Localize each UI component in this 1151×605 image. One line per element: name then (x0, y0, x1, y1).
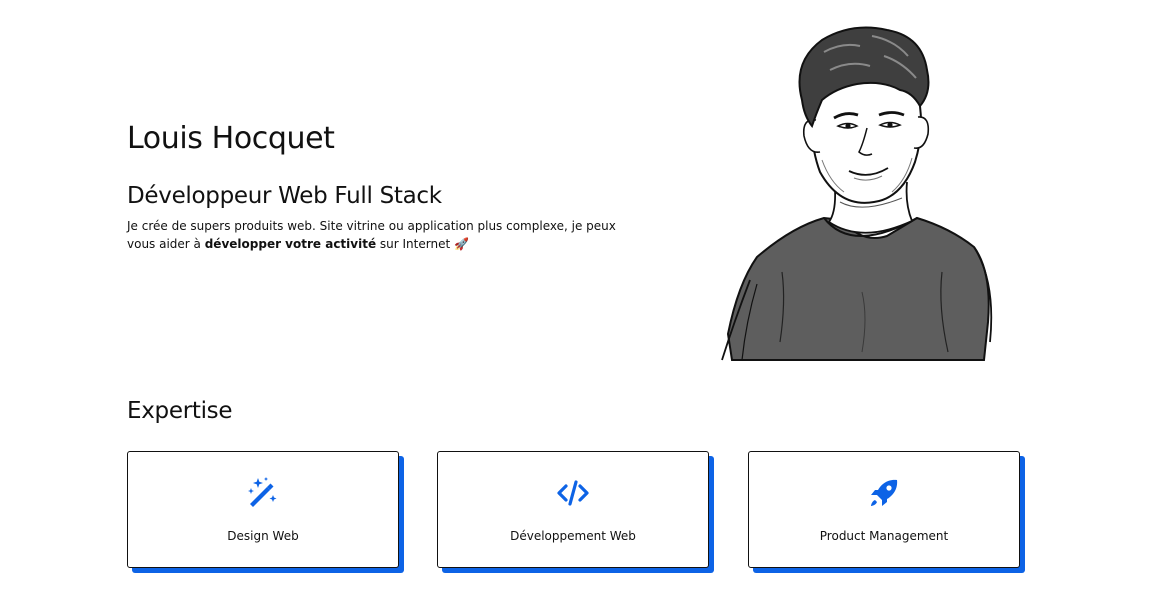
expertise-card-label: Product Management (819, 529, 949, 543)
magic-wand-icon (248, 477, 277, 507)
page: Louis Hocquet Développeur Web Full Stack… (0, 0, 1151, 605)
hero-name: Louis Hocquet (127, 121, 335, 156)
expertise-card-product-management[interactable]: Product Management (748, 451, 1020, 568)
hero-description-end: sur Internet 🚀 (376, 237, 469, 251)
code-icon (557, 480, 589, 506)
expertise-card-developpement-web[interactable]: Développement Web (437, 451, 709, 568)
hero-role: Développeur Web Full Stack (127, 183, 442, 209)
portrait-illustration (721, 26, 993, 361)
expertise-card-label: Développement Web (510, 529, 636, 543)
rocket-icon (871, 479, 898, 506)
hero-description-bold: développer votre activité (204, 237, 377, 251)
expertise-card-label: Design Web (227, 529, 299, 543)
expertise-title: Expertise (127, 398, 233, 424)
expertise-card-design-web[interactable]: Design Web (127, 451, 399, 568)
hero-description: Je crée de supers produits web. Site vit… (127, 217, 647, 253)
